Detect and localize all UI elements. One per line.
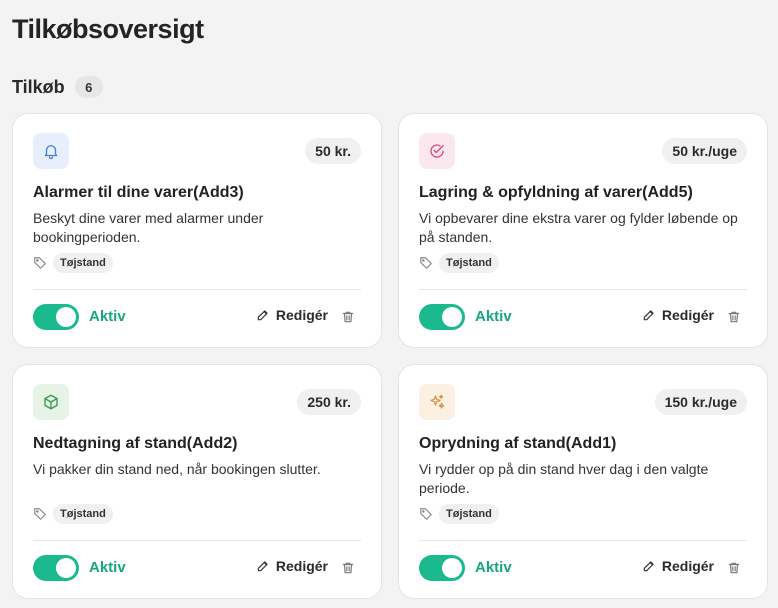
addon-card: 50 kr./uge Lagring & opfyldning af varer… bbox=[398, 113, 768, 348]
edit-button[interactable]: Redigér bbox=[256, 307, 328, 323]
price-badge: 150 kr./uge bbox=[654, 389, 747, 415]
status-label: Aktiv bbox=[475, 308, 512, 325]
card-title: Alarmer til dine varer(Add3) bbox=[33, 184, 244, 201]
pencil-icon bbox=[643, 561, 654, 572]
edit-button[interactable]: Redigér bbox=[642, 558, 714, 574]
tag-row: Tøjstand bbox=[33, 253, 113, 273]
divider bbox=[33, 540, 361, 541]
edit-button[interactable]: Redigér bbox=[256, 558, 328, 574]
active-toggle[interactable] bbox=[33, 304, 79, 330]
status-label: Aktiv bbox=[89, 559, 126, 576]
edit-button-label: Redigér bbox=[661, 558, 714, 574]
tag-icon bbox=[34, 508, 46, 520]
price-badge: 50 kr./uge bbox=[662, 138, 747, 164]
bell-icon bbox=[33, 133, 69, 169]
status-label: Aktiv bbox=[89, 308, 126, 325]
toggle-knob bbox=[442, 307, 462, 327]
tag-icon bbox=[34, 257, 46, 269]
active-toggle[interactable] bbox=[33, 555, 79, 581]
trash-icon bbox=[728, 311, 740, 323]
tag-icon bbox=[420, 508, 432, 520]
check-circle-icon bbox=[419, 133, 455, 169]
section-header: Tilkøb 6 bbox=[12, 76, 103, 98]
delete-button[interactable] bbox=[341, 309, 355, 325]
addon-card-grid: 50 kr. Alarmer til dine varer(Add3) Besk… bbox=[12, 113, 769, 601]
pencil-icon bbox=[257, 561, 268, 572]
card-description: Vi opbevarer dine ekstra varer og fylder… bbox=[419, 210, 738, 245]
pencil-icon bbox=[643, 310, 654, 321]
edit-button-label: Redigér bbox=[275, 307, 328, 323]
delete-button[interactable] bbox=[727, 560, 741, 576]
tag-row: Tøjstand bbox=[419, 504, 499, 524]
active-toggle[interactable] bbox=[419, 304, 465, 330]
card-description: Beskyt dine varer med alarmer under book… bbox=[33, 210, 264, 245]
delete-button[interactable] bbox=[341, 560, 355, 576]
page-title: Tilkøbsoversigt bbox=[12, 14, 204, 44]
section-title: Tilkøb bbox=[12, 76, 65, 97]
price-badge: 50 kr. bbox=[305, 138, 361, 164]
tag-pill: Tøjstand bbox=[53, 253, 113, 273]
card-description: Vi rydder op på din stand hver dag i den… bbox=[419, 461, 709, 496]
trash-icon bbox=[342, 311, 354, 323]
tag-pill: Tøjstand bbox=[439, 504, 499, 524]
card-description: Vi pakker din stand ned, når bookingen s… bbox=[33, 461, 321, 477]
delete-button[interactable] bbox=[727, 309, 741, 325]
sparkles-icon bbox=[419, 384, 455, 420]
pencil-icon bbox=[257, 310, 268, 321]
card-title: Oprydning af stand(Add1) bbox=[419, 435, 617, 452]
price-badge: 250 kr. bbox=[297, 389, 361, 415]
addon-card: 50 kr. Alarmer til dine varer(Add3) Besk… bbox=[12, 113, 382, 348]
divider bbox=[33, 289, 361, 290]
toggle-knob bbox=[56, 558, 76, 578]
card-title: Lagring & opfyldning af varer(Add5) bbox=[419, 184, 693, 201]
tag-pill: Tøjstand bbox=[53, 504, 113, 524]
divider bbox=[419, 540, 747, 541]
toggle-knob bbox=[442, 558, 462, 578]
tag-pill: Tøjstand bbox=[439, 253, 499, 273]
trash-icon bbox=[342, 562, 354, 574]
divider bbox=[419, 289, 747, 290]
edit-button-label: Redigér bbox=[275, 558, 328, 574]
toggle-knob bbox=[56, 307, 76, 327]
trash-icon bbox=[728, 562, 740, 574]
addon-card: 150 kr./uge Oprydning af stand(Add1) Vi … bbox=[398, 364, 768, 599]
edit-button-label: Redigér bbox=[661, 307, 714, 323]
box-icon bbox=[33, 384, 69, 420]
edit-button[interactable]: Redigér bbox=[642, 307, 714, 323]
addon-card: 250 kr. Nedtagning af stand(Add2) Vi pak… bbox=[12, 364, 382, 599]
tag-icon bbox=[420, 257, 432, 269]
active-toggle[interactable] bbox=[419, 555, 465, 581]
count-badge: 6 bbox=[74, 76, 103, 98]
tag-row: Tøjstand bbox=[33, 504, 113, 524]
card-title: Nedtagning af stand(Add2) bbox=[33, 435, 238, 452]
tag-row: Tøjstand bbox=[419, 253, 499, 273]
status-label: Aktiv bbox=[475, 559, 512, 576]
